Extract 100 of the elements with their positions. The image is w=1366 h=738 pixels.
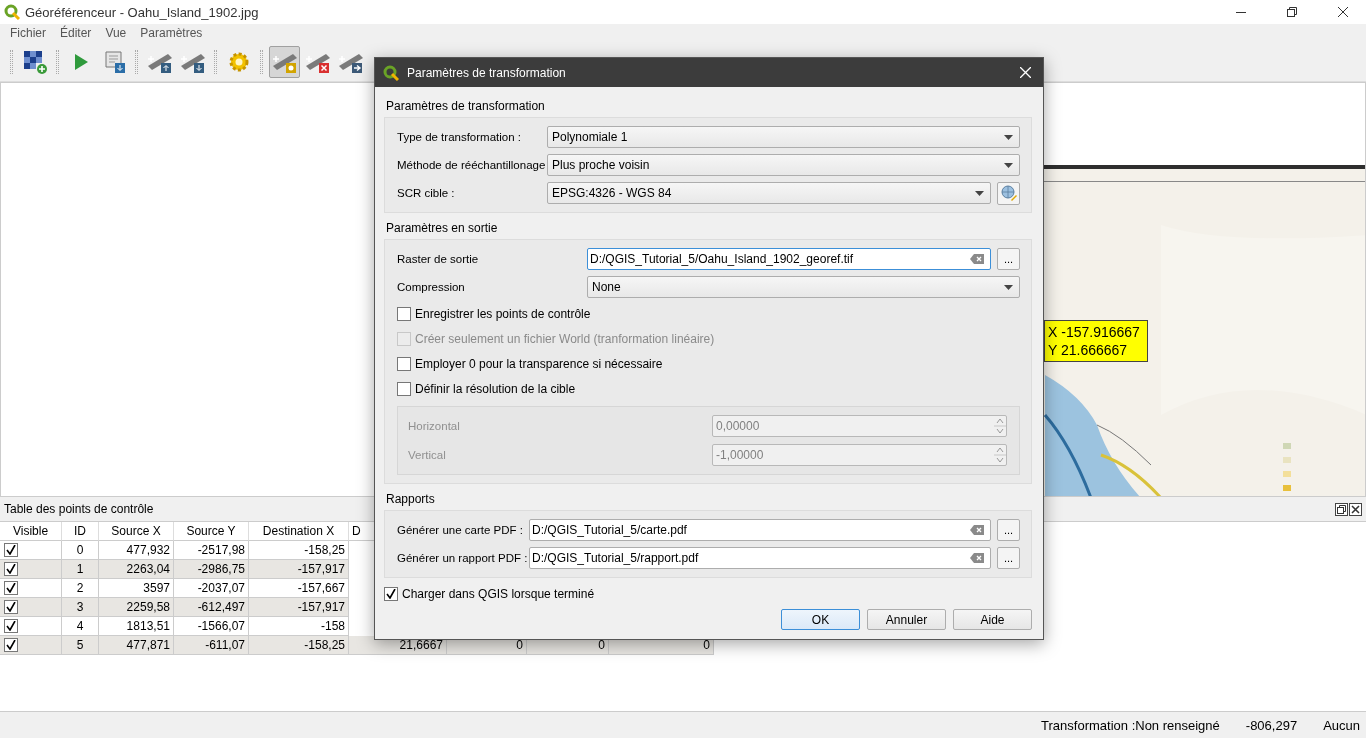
field-label: Horizontal: [408, 420, 461, 432]
menu-item[interactable]: Éditer: [53, 26, 99, 40]
close-icon: [1351, 504, 1360, 514]
checkbox[interactable]: [384, 586, 398, 601]
checkbox[interactable]: [4, 600, 18, 614]
input-field[interactable]: D:/QGIS_Tutorial_5/Oahu_Island_1902_georef.tif: [587, 248, 991, 270]
input-field[interactable]: D:/QGIS_Tutorial_5/rapport.pdf: [529, 547, 991, 569]
table-cell: 2263,04: [99, 560, 174, 579]
coordinate-readout: -806,297: [1245, 717, 1298, 733]
field-label: Raster de sortie: [397, 253, 480, 265]
table-cell: 3597: [99, 579, 174, 598]
table-cell: 3: [62, 598, 99, 617]
column-header[interactable]: ID: [62, 522, 99, 541]
section-title: Rapports: [385, 491, 436, 508]
dropdown-arrow-icon: [1004, 162, 1013, 168]
close-button[interactable]: [1349, 502, 1362, 516]
close-icon: [1019, 67, 1031, 78]
dropdown-arrow-icon: [1004, 284, 1013, 290]
checkbox-label: Créer seulement un fichier World (tranformation linéaire): [415, 331, 715, 346]
checkbox-label: Définir la résolution de la cible: [415, 381, 576, 396]
checkbox[interactable]: [397, 356, 411, 371]
table-cell: 2259,58: [99, 598, 174, 617]
checkbox[interactable]: [397, 381, 411, 396]
table-cell: -158,25: [249, 541, 349, 560]
field-label: Générer une carte PDF :: [397, 524, 524, 536]
point-add-button[interactable]: [269, 45, 300, 78]
table-cell: 1: [62, 560, 99, 579]
close-icon: [1338, 7, 1348, 17]
dropdown[interactable]: None: [587, 276, 1020, 298]
field-label: Générer un rapport PDF :: [397, 552, 529, 564]
table-cell: 0: [62, 541, 99, 560]
table-cell: 5: [62, 636, 99, 655]
input-field[interactable]: D:/QGIS_Tutorial_5/carte.pdf: [529, 519, 991, 541]
field-label: Type de transformation :: [397, 131, 522, 143]
column-header[interactable]: Source X: [99, 522, 174, 541]
checkbox-label: Enregistrer les points de contrôle: [415, 306, 591, 321]
transformation-status: Transformation :Non renseigné: [1041, 717, 1220, 733]
browse-button[interactable]: ...: [997, 248, 1020, 270]
column-header[interactable]: Destination X: [249, 522, 349, 541]
clear-icon[interactable]: [970, 553, 984, 563]
raster-add-icon: [21, 48, 48, 75]
window-title: Géoréférenceur - Oahu_Island_1902.jpg: [25, 4, 260, 20]
globe-icon: [1000, 185, 1017, 201]
column-header[interactable]: Source Y: [174, 522, 249, 541]
menu-item[interactable]: Fichier: [3, 26, 53, 40]
coordinate-annotation: X -157.916667 Y 21.666667: [1044, 320, 1148, 362]
browse-button[interactable]: ...: [997, 547, 1020, 569]
menu-item[interactable]: Vue: [98, 26, 134, 40]
table-cell: -158: [249, 617, 349, 636]
table-cell: -611,07: [174, 636, 249, 655]
dialog-button[interactable]: Aide: [953, 609, 1032, 630]
checkbox[interactable]: [4, 543, 18, 557]
crs-select-button[interactable]: [997, 181, 1020, 205]
browse-button[interactable]: ...: [997, 519, 1020, 541]
dialog-button[interactable]: Annuler: [867, 609, 946, 630]
table-cell: 2: [62, 579, 99, 598]
table-cell: -157,917: [249, 598, 349, 617]
checkbox-label: Charger dans QGIS lorsque terminé: [402, 586, 595, 601]
dropdown[interactable]: Plus proche voisin: [547, 154, 1020, 176]
qgis-logo-icon: [4, 4, 20, 20]
table-cell: -612,497: [174, 598, 249, 617]
checkbox-label: Employer 0 pour la transparence si nécessaire: [415, 356, 663, 371]
dialog-button[interactable]: OK: [781, 609, 860, 630]
dropdown-arrow-icon: [975, 190, 984, 196]
dropdown[interactable]: Polynomiale 1: [547, 126, 1020, 148]
crs-status: Aucun: [1323, 717, 1360, 733]
table-cell: -2037,07: [174, 579, 249, 598]
column-header[interactable]: Visible: [0, 522, 62, 541]
field-label: Méthode de rééchantillonage: [397, 159, 547, 171]
table-cell: 1813,51: [99, 617, 174, 636]
qgis-logo-icon: [383, 64, 399, 81]
checkbox[interactable]: [4, 562, 18, 576]
section-title: Paramètres en sortie: [385, 220, 499, 237]
table-cell: -2517,98: [174, 541, 249, 560]
minimize-icon: [1236, 11, 1246, 13]
table-cell: 477,932: [99, 541, 174, 560]
float-icon: [1337, 504, 1346, 514]
dropdown[interactable]: EPSG:4326 - WGS 84: [547, 182, 991, 204]
field-label: SCR cible :: [397, 187, 456, 199]
field-label: Compression: [397, 281, 466, 293]
table-cell: -2986,75: [174, 560, 249, 579]
table-cell: 477,871: [99, 636, 174, 655]
table-cell: 4: [62, 617, 99, 636]
table-cell: -157,667: [249, 579, 349, 598]
clear-icon[interactable]: [970, 254, 984, 264]
panel-title: Table des points de contrôle: [4, 502, 155, 516]
checkbox[interactable]: [397, 306, 411, 321]
dialog-title: Paramètres de transformation: [407, 65, 567, 80]
float-button[interactable]: [1335, 502, 1348, 516]
section-title: Paramètres de transformation: [385, 98, 546, 115]
checkbox[interactable]: [4, 581, 18, 595]
dropdown-arrow-icon: [1004, 134, 1013, 140]
checkbox[interactable]: [4, 638, 18, 652]
clear-icon[interactable]: [970, 525, 984, 535]
menu-item[interactable]: Paramètres: [133, 26, 210, 40]
restore-icon: [1287, 7, 1297, 17]
field-label: Vertical: [408, 449, 447, 461]
checkbox[interactable]: [4, 619, 18, 633]
table-cell: -1566,07: [174, 617, 249, 636]
table-cell: -158,25: [249, 636, 349, 655]
